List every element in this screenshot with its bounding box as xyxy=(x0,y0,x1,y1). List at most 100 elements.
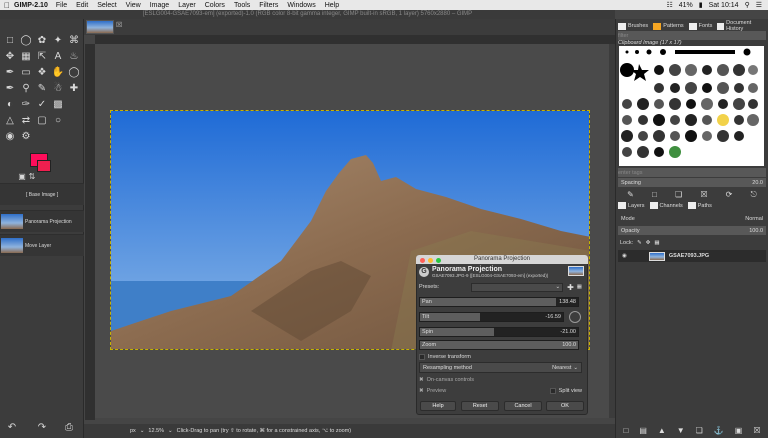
zoom-select[interactable]: 12.5% xyxy=(148,428,164,434)
swap-colors-icon[interactable]: ⇅ xyxy=(25,170,39,184)
cage-icon[interactable]: ▢ xyxy=(35,114,49,128)
perspective-icon[interactable]: △ xyxy=(3,114,17,128)
duplicate-brush-icon[interactable]: ❏ xyxy=(675,190,682,199)
resampling-select[interactable]: Resampling method Nearest ⌄ xyxy=(419,362,582,373)
menu-help[interactable]: Help xyxy=(325,2,339,9)
heal-icon[interactable]: ✚ xyxy=(67,82,81,96)
menu-list-icon[interactable]: ☰ xyxy=(756,1,762,9)
image-tab-thumbnail[interactable] xyxy=(86,20,114,34)
menu-image[interactable]: Image xyxy=(150,2,169,9)
layer-mask-icon[interactable]: ▣ xyxy=(735,426,743,435)
eraser-icon[interactable]: ▭ xyxy=(19,66,33,80)
opacity-slider[interactable]: Opacity 100.0 xyxy=(618,226,766,235)
lock-alpha-icon[interactable]: ▦ xyxy=(654,240,659,246)
ok-button[interactable]: OK xyxy=(546,401,584,411)
tab-channels[interactable]: Channels xyxy=(649,202,683,209)
gradient-icon[interactable]: ▩ xyxy=(51,98,65,112)
close-window-icon[interactable] xyxy=(420,258,425,263)
flip-icon[interactable]: ⇄ xyxy=(19,114,33,128)
scale-icon[interactable]: ⇱ xyxy=(35,50,49,64)
inverse-checkbox[interactable] xyxy=(419,354,425,360)
pan-slider[interactable]: Pan 138.48 xyxy=(419,297,579,307)
layer-group-icon[interactable]: ▤ xyxy=(639,426,647,435)
cancel-button[interactable]: Cancel xyxy=(504,401,542,411)
print-icon[interactable]: ⎙ xyxy=(62,421,76,435)
preset-menu-icon[interactable]: ▦ xyxy=(577,284,582,290)
clone-icon[interactable]: ❖ xyxy=(35,66,49,80)
tab-layers[interactable]: Layers xyxy=(618,202,645,209)
anchor-layer-icon[interactable]: ⚓ xyxy=(714,426,724,435)
menu-colors[interactable]: Colors xyxy=(205,2,225,9)
unit-select[interactable]: px xyxy=(130,428,136,434)
menu-windows[interactable]: Windows xyxy=(287,2,315,9)
tilt-dial-icon[interactable] xyxy=(569,311,581,323)
undo-icon[interactable]: ↶ xyxy=(5,421,19,435)
color-picker-icon[interactable]: ✎ xyxy=(35,82,49,96)
oncanvas-checkbox[interactable]: ✖ xyxy=(419,377,424,383)
wifi-icon[interactable]: ☷ xyxy=(666,1,672,9)
bucket-fill-icon[interactable]: ♨ xyxy=(67,50,81,64)
export-brush-icon[interactable]: ⎋ xyxy=(751,190,757,200)
minimize-window-icon[interactable] xyxy=(428,258,433,263)
text-icon[interactable]: A xyxy=(51,50,65,64)
rect-select-icon[interactable]: □ xyxy=(3,34,17,48)
presets-select[interactable]: ⌄ xyxy=(471,282,564,292)
vertical-ruler[interactable] xyxy=(85,44,95,420)
lock-pixels-icon[interactable]: ✎ xyxy=(637,240,642,246)
warp-icon[interactable]: ☃ xyxy=(51,82,65,96)
reset-button[interactable]: Reset xyxy=(461,401,499,411)
blur-icon[interactable]: ◉ xyxy=(3,130,17,144)
brush-tag-input[interactable]: enter tags xyxy=(618,168,766,177)
menu-layer[interactable]: Layer xyxy=(178,2,196,9)
clock[interactable]: Sat 10:14 xyxy=(709,2,739,9)
paths-icon[interactable]: ✒ xyxy=(3,82,17,96)
docked-item-base-image[interactable]: [ Base Image ] xyxy=(0,183,84,205)
menu-file[interactable]: File xyxy=(56,2,67,9)
split-view-checkbox[interactable] xyxy=(549,388,556,394)
new-layer-icon[interactable]: □ xyxy=(623,426,628,435)
chevron-down-icon[interactable]: ⌄ xyxy=(168,428,173,434)
lock-position-icon[interactable]: ✥ xyxy=(646,240,651,246)
lower-layer-icon[interactable]: ▼ xyxy=(677,426,685,435)
close-tab-icon[interactable]: ☒ xyxy=(116,21,122,29)
new-brush-icon[interactable]: □ xyxy=(652,190,657,199)
dodge-icon[interactable]: ◐ xyxy=(3,98,17,112)
preview-checkbox[interactable]: ✖ xyxy=(419,388,424,394)
tilt-slider[interactable]: Tilt -16.59 xyxy=(419,312,564,322)
duplicate-layer-icon[interactable]: ❏ xyxy=(696,426,703,435)
mode-select[interactable]: Normal xyxy=(745,216,763,222)
horizontal-ruler[interactable] xyxy=(95,35,615,44)
menu-filters[interactable]: Filters xyxy=(259,2,278,9)
foreground-select-icon[interactable]: ⚙ xyxy=(19,130,33,144)
help-button[interactable]: Help xyxy=(420,401,456,411)
measure-icon[interactable]: ◯ xyxy=(67,66,81,80)
search-icon[interactable]: ⚲ xyxy=(745,1,750,9)
menu-view[interactable]: View xyxy=(126,2,141,9)
app-name[interactable]: GIMP-2.10 xyxy=(14,2,48,9)
fuzzy-select-icon[interactable]: ✦ xyxy=(51,34,65,48)
move-icon[interactable]: ✥ xyxy=(3,50,17,64)
docked-item-move-layer[interactable]: Move Layer xyxy=(0,234,84,256)
chevron-down-icon[interactable]: ⌄ xyxy=(140,428,145,434)
menu-tools[interactable]: Tools xyxy=(234,2,250,9)
crop-icon[interactable]: ⌘ xyxy=(67,34,81,48)
apple-icon[interactable]:  xyxy=(0,1,14,10)
refresh-brushes-icon[interactable]: ⟳ xyxy=(726,190,733,199)
edit-brush-icon[interactable]: ✎ xyxy=(627,190,634,199)
align-icon[interactable]: ▦ xyxy=(19,50,33,64)
battery-icon[interactable]: ▮ xyxy=(699,1,703,9)
layer-name[interactable]: GSAE7093.JPG xyxy=(669,253,709,259)
free-select-icon[interactable]: ✿ xyxy=(35,34,49,48)
smudge-icon[interactable]: ✋ xyxy=(51,66,65,80)
zoom-icon[interactable]: ⚲ xyxy=(19,82,33,96)
menu-edit[interactable]: Edit xyxy=(76,2,88,9)
eye-icon[interactable]: ◉ xyxy=(622,253,627,259)
paintbrush-icon[interactable]: ✒ xyxy=(3,66,17,80)
brush-grid[interactable] xyxy=(619,46,764,166)
add-preset-icon[interactable]: ✚ xyxy=(567,283,574,292)
docked-item-panorama-projection[interactable]: Panorama Projection xyxy=(0,210,84,232)
spacing-slider[interactable]: Spacing 20.0 xyxy=(618,178,766,187)
airbrush-icon[interactable]: ✑ xyxy=(19,98,33,112)
delete-layer-icon[interactable]: ☒ xyxy=(753,426,760,435)
tab-paths[interactable]: Paths xyxy=(687,202,712,209)
